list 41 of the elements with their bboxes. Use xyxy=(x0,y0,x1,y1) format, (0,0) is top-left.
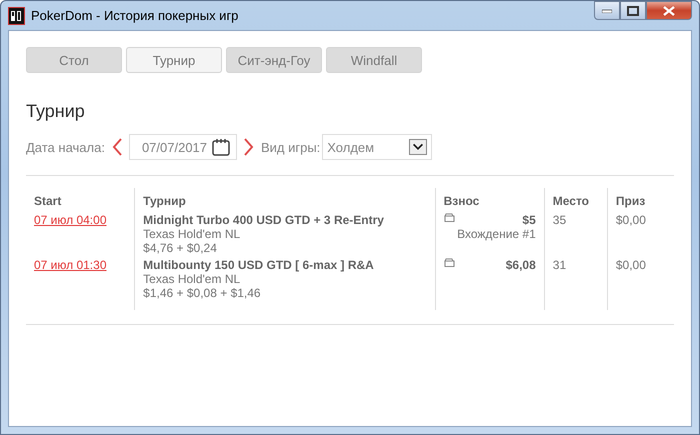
dropdown-caret-icon[interactable] xyxy=(409,139,428,155)
tournament-name: Midnight Turbo 400 USD GTD + 3 Re-Entry xyxy=(143,213,385,227)
place-text: 35 xyxy=(552,213,566,227)
column-header: Место xyxy=(544,188,608,212)
date-label: Дата начала: xyxy=(26,140,105,154)
minimize-button[interactable] xyxy=(594,1,620,20)
entry-text: Вхождение #1 xyxy=(456,227,536,241)
wallet-icon xyxy=(444,213,455,223)
calendar-icon[interactable] xyxy=(210,137,231,157)
game-type-text: Texas Hold'em NL xyxy=(143,272,242,286)
tab[interactable]: Сит-энд-Гоу xyxy=(226,47,322,73)
window-title: PokerDom - История покерных игр xyxy=(31,8,240,23)
column-header: Взнос xyxy=(435,188,544,212)
column-header: Турнир xyxy=(134,188,436,212)
game-type-label: Вид игры: xyxy=(260,140,320,154)
buy-in-amount: $6,08 xyxy=(506,258,536,272)
tournament-name: Multibounty 150 USD GTD [ 6-max ] R&A xyxy=(143,258,375,272)
tab[interactable]: Турнир xyxy=(126,47,222,73)
app-logo-icon xyxy=(8,6,25,24)
close-icon xyxy=(663,6,675,16)
minimize-icon xyxy=(602,8,612,12)
fees-text: $4,76 + $0,24 xyxy=(143,241,218,255)
date-field[interactable]: 07/07/2017 xyxy=(128,134,237,160)
close-button[interactable] xyxy=(646,1,692,20)
buy-in-amount: $5 xyxy=(522,213,536,227)
fees-text: $1,46 + $0,08 + $1,46 xyxy=(143,286,262,300)
prize-text: $0,00 xyxy=(616,213,646,227)
section-heading: Турнир xyxy=(26,101,86,122)
game-type-text: Texas Hold'em NL xyxy=(143,227,242,241)
start-time-link[interactable]: 07 июл 01:30 xyxy=(34,258,106,272)
start-time-link[interactable]: 07 июл 04:00 xyxy=(34,213,106,227)
tab[interactable]: Стол xyxy=(26,47,122,73)
column-header: Start xyxy=(26,188,135,212)
place-text: 31 xyxy=(552,258,566,272)
tab[interactable]: Windfall xyxy=(326,47,422,73)
wallet-icon xyxy=(444,258,455,268)
prize-text: $0,00 xyxy=(616,258,646,272)
game-type-dropdown[interactable]: Холдем xyxy=(322,134,432,160)
maximize-icon xyxy=(627,6,639,16)
column-header: Приз xyxy=(607,188,674,212)
maximize-button[interactable] xyxy=(620,1,646,20)
